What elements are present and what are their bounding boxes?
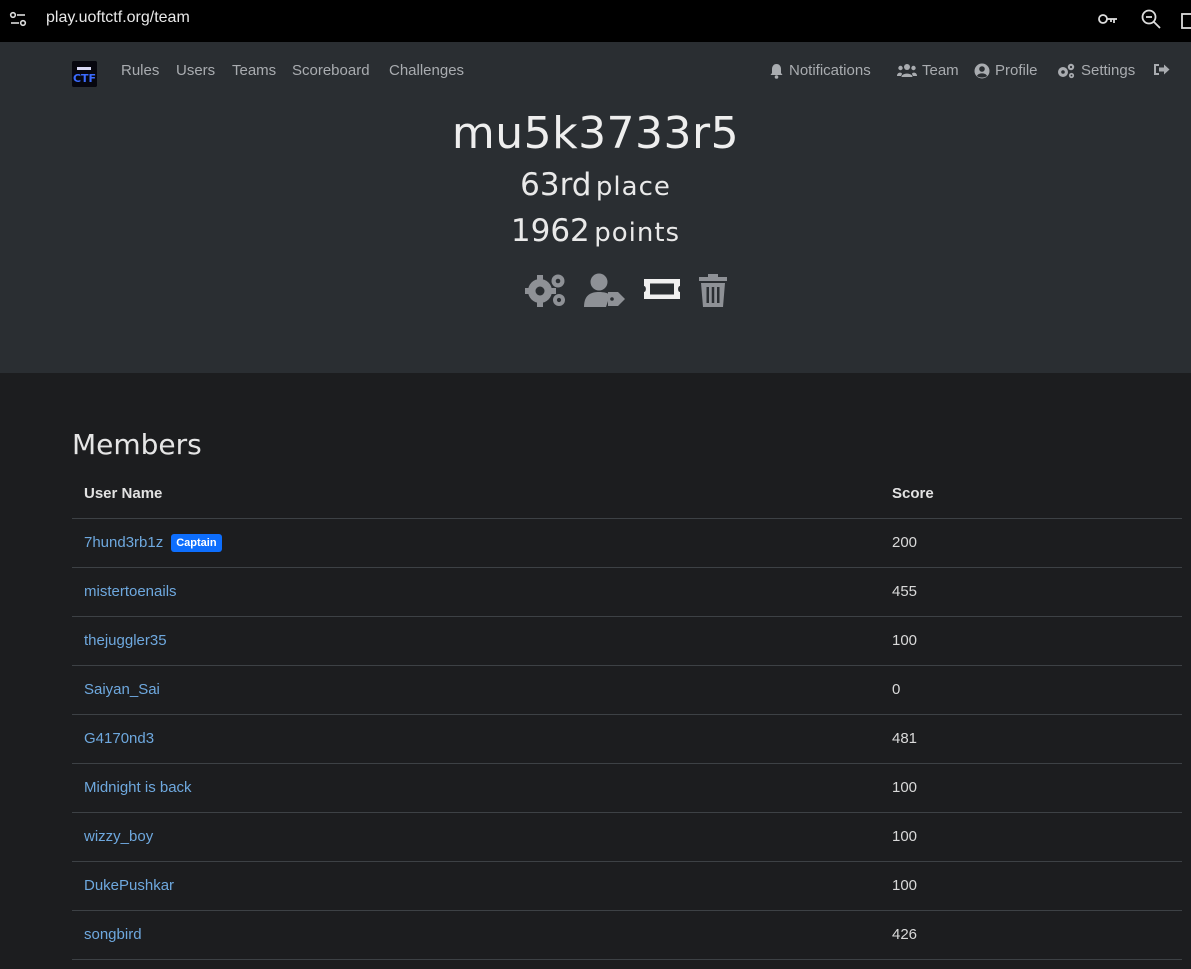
- nav-settings[interactable]: Settings: [1056, 62, 1135, 79]
- zoom-icon[interactable]: [1140, 8, 1162, 30]
- users-icon: [897, 64, 917, 77]
- nav-settings-label: Settings: [1081, 62, 1136, 79]
- table-row: Midnight is back 100: [72, 763, 1182, 813]
- nav-challenges[interactable]: Challenges: [389, 62, 464, 79]
- member-score: 426: [880, 910, 1182, 960]
- members-table: User Name Score 7hund3rb1z Captain 200 mi…: [72, 470, 1182, 960]
- nav-scoreboard[interactable]: Scoreboard: [292, 62, 370, 79]
- user-circle-icon: [974, 63, 990, 78]
- share-icon[interactable]: [1181, 8, 1191, 30]
- nav-teams-label: Teams: [232, 62, 277, 79]
- nav-rules-label: Rules: [121, 62, 160, 79]
- table-row: 7hund3rb1z Captain 200: [72, 518, 1182, 568]
- team-place: 63rd place: [0, 167, 1191, 203]
- member-link[interactable]: 7hund3rb1z: [84, 534, 163, 551]
- member-link[interactable]: thejuggler35: [84, 632, 167, 649]
- nav-challenges-label: Challenges: [389, 62, 465, 79]
- site-info-icon[interactable]: [9, 10, 27, 28]
- member-link[interactable]: Midnight is back: [84, 779, 192, 796]
- table-row: DukePushkar 100: [72, 861, 1182, 911]
- nav-notifications-label: Notifications: [789, 62, 871, 79]
- key-icon[interactable]: [1097, 8, 1119, 30]
- nav-scoreboard-label: Scoreboard: [292, 62, 370, 79]
- table-row: thejuggler35 100: [72, 616, 1182, 666]
- ctf-logo-icon: CTF: [72, 61, 97, 87]
- captain-badge: Captain: [171, 533, 222, 552]
- member-score: 200: [880, 518, 1182, 568]
- cogs-icon: [1058, 63, 1075, 78]
- member-score: 100: [880, 861, 1182, 911]
- nav-notifications[interactable]: Notifications: [769, 62, 871, 79]
- nav-team[interactable]: Team: [897, 62, 959, 79]
- member-link[interactable]: G4170nd3: [84, 730, 154, 747]
- table-row: mistertoenails 455: [72, 567, 1182, 617]
- team-settings-icon[interactable]: [525, 272, 567, 308]
- trash-icon[interactable]: [698, 272, 728, 308]
- nav-profile[interactable]: Profile: [974, 62, 1038, 79]
- points-number: 1962: [510, 213, 590, 249]
- nav-teams[interactable]: Teams: [232, 62, 276, 79]
- column-header-user-name: User Name: [72, 470, 880, 519]
- nav-users[interactable]: Users: [176, 62, 215, 79]
- member-link[interactable]: songbird: [84, 926, 142, 943]
- member-score: 455: [880, 567, 1182, 617]
- browser-address-bar: play.uoftctf.org/team: [0, 0, 1191, 38]
- member-score: 100: [880, 763, 1182, 813]
- nav-rules[interactable]: Rules: [121, 62, 159, 79]
- ticket-icon[interactable]: [643, 272, 681, 308]
- team-header: [0, 42, 1191, 373]
- points-label: points: [594, 218, 681, 248]
- member-link[interactable]: wizzy_boy: [84, 828, 153, 845]
- member-score: 100: [880, 616, 1182, 666]
- table-row: wizzy_boy 100: [72, 812, 1182, 862]
- place-number: 63rd: [520, 167, 592, 203]
- column-header-score: Score: [880, 470, 1182, 519]
- bell-icon: [770, 63, 783, 79]
- team-points: 1962 points: [0, 213, 1191, 249]
- member-link[interactable]: DukePushkar: [84, 877, 174, 894]
- nav-users-label: Users: [176, 62, 216, 79]
- member-link[interactable]: mistertoenails: [84, 583, 177, 600]
- nav-profile-label: Profile: [995, 62, 1038, 79]
- place-label: place: [595, 172, 671, 202]
- url-text[interactable]: play.uoftctf.org/team: [46, 9, 190, 27]
- user-tag-icon[interactable]: [584, 272, 626, 308]
- table-row: songbird 426: [72, 910, 1182, 960]
- svg-text:CTF: CTF: [73, 72, 96, 85]
- site-logo[interactable]: CTF: [72, 61, 97, 87]
- member-score: 100: [880, 812, 1182, 862]
- member-score: 481: [880, 714, 1182, 764]
- members-table-header: User Name Score: [72, 470, 1182, 519]
- table-row: G4170nd3 481: [72, 714, 1182, 764]
- member-score: 0: [880, 665, 1182, 715]
- table-row: Saiyan_Sai 0: [72, 665, 1182, 715]
- nav-logout[interactable]: [1153, 62, 1170, 77]
- members-title: Members: [72, 428, 202, 461]
- nav-team-label: Team: [922, 62, 959, 79]
- logout-icon: [1154, 64, 1170, 75]
- member-link[interactable]: Saiyan_Sai: [84, 681, 160, 698]
- team-name: mu5k3733r5: [451, 108, 740, 159]
